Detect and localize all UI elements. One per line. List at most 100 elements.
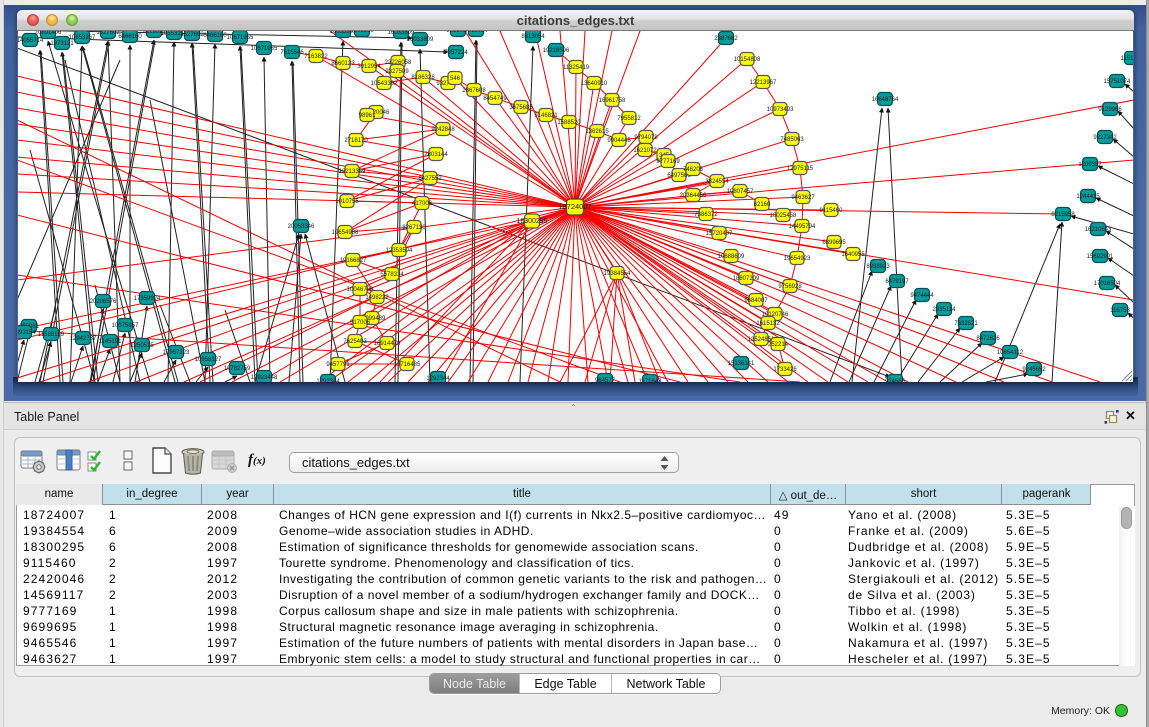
svg-text:19654923: 19654923: [784, 256, 811, 262]
svg-text:9146821: 9146821: [534, 113, 558, 119]
svg-text:14055714: 14055714: [18, 38, 44, 44]
svg-text:1498222: 1498222: [365, 295, 389, 301]
svg-text:8660123: 8660123: [331, 61, 355, 67]
svg-text:9242848: 9242848: [431, 127, 455, 133]
svg-text:3675685: 3675685: [509, 105, 533, 111]
svg-text:7955812: 7955812: [617, 116, 641, 122]
svg-text:16914479: 16914479: [374, 341, 401, 347]
svg-text:924565: 924565: [885, 379, 906, 382]
svg-text:8427552: 8427552: [418, 176, 442, 182]
svg-text:17016504: 17016504: [1094, 281, 1121, 287]
svg-text:9474444: 9474444: [910, 293, 934, 299]
svg-text:1603380: 1603380: [350, 31, 374, 34]
svg-text:12975115: 12975115: [787, 166, 814, 172]
svg-text:6899695: 6899695: [822, 240, 846, 246]
svg-text:10671955: 10671955: [227, 35, 254, 41]
svg-text:10543392: 10543392: [371, 81, 398, 87]
svg-text:1151074: 1151074: [1121, 56, 1133, 62]
svg-text:12942737: 12942737: [70, 336, 97, 342]
svg-text:1145191: 1145191: [99, 339, 123, 345]
svg-text:2803144: 2803144: [424, 152, 448, 158]
svg-text:18300295: 18300295: [516, 218, 547, 225]
svg-text:8267130: 8267130: [402, 225, 426, 231]
svg-text:15692991: 15692991: [1087, 254, 1114, 260]
svg-text:1209387: 1209387: [1078, 162, 1102, 168]
svg-text:10671955: 10671955: [251, 46, 278, 52]
svg-text:10653267: 10653267: [69, 35, 96, 41]
svg-text:8393154: 8393154: [18, 330, 36, 336]
svg-text:7163822: 7163822: [304, 54, 328, 60]
svg-text:16033809: 16033809: [407, 37, 434, 43]
svg-text:62160: 62160: [754, 202, 771, 208]
svg-text:1588520: 1588520: [557, 120, 581, 126]
svg-text:3912954: 3912954: [357, 64, 381, 70]
svg-text:17359924: 17359924: [134, 296, 161, 302]
svg-text:19654988: 19654988: [332, 230, 359, 236]
svg-text:9245652: 9245652: [1022, 367, 1046, 373]
svg-text:16210643: 16210643: [1085, 227, 1112, 233]
svg-text:7625402: 7625402: [343, 339, 367, 345]
svg-text:9684007: 9684007: [744, 298, 768, 304]
svg-text:1640955: 1640955: [841, 252, 865, 258]
svg-text:11568129: 11568129: [38, 332, 65, 338]
svg-text:2718170: 2718170: [344, 138, 368, 144]
svg-text:417006: 417006: [412, 201, 433, 207]
svg-text:12353594: 12353594: [386, 248, 413, 254]
svg-text:16648764: 16648764: [872, 97, 899, 103]
svg-text:20364456: 20364456: [680, 193, 707, 199]
svg-text:15136141: 15136141: [728, 361, 755, 367]
svg-text:19166827: 19166827: [340, 258, 367, 264]
svg-text:3824554: 3824554: [705, 179, 729, 185]
svg-text:9327509: 9327509: [385, 69, 409, 75]
svg-text:1250515: 1250515: [130, 343, 154, 349]
svg-text:6466160: 6466160: [118, 34, 142, 40]
svg-text:11325419: 11325419: [563, 65, 590, 71]
svg-text:10025458: 10025458: [770, 213, 797, 219]
svg-text:1171648: 1171648: [639, 379, 663, 382]
svg-text:8215958: 8215958: [1051, 212, 1075, 218]
svg-text:1527602: 1527602: [180, 32, 204, 38]
svg-text:1292344: 1292344: [426, 376, 450, 382]
svg-text:8454749: 8454749: [483, 96, 507, 102]
svg-text:17957223: 17957223: [163, 350, 190, 356]
svg-text:7357224: 7357224: [444, 50, 468, 56]
svg-text:1362615: 1362615: [585, 129, 609, 135]
svg-text:10688609: 10688609: [718, 254, 745, 260]
svg-text:8186328: 8186328: [411, 75, 435, 81]
svg-text:2387682: 2387682: [714, 36, 738, 42]
svg-text:10807457: 10807457: [727, 189, 754, 195]
svg-text:2867608: 2867608: [462, 88, 486, 94]
svg-text:12213369: 12213369: [339, 169, 366, 175]
svg-text:1733426: 1733426: [773, 367, 797, 373]
svg-text:98961: 98961: [359, 113, 376, 119]
svg-text:8813054: 8813054: [464, 31, 488, 34]
svg-text:746206: 746206: [683, 167, 704, 173]
svg-text:10782759: 10782759: [224, 366, 251, 372]
svg-text:7515546: 7515546: [280, 50, 304, 56]
svg-text:1244415: 1244415: [1076, 194, 1100, 200]
svg-text:1010755: 1010755: [335, 199, 359, 205]
svg-text:1292344: 1292344: [316, 379, 340, 382]
svg-text:1527602: 1527602: [96, 31, 120, 36]
svg-text:10958127: 10958127: [195, 357, 222, 363]
svg-text:7632621: 7632621: [954, 321, 978, 327]
svg-text:18724007: 18724007: [558, 202, 591, 211]
svg-text:317006: 317006: [350, 320, 371, 326]
svg-text:16033809: 16033809: [388, 31, 415, 36]
svg-text:14495794: 14495794: [789, 224, 816, 230]
svg-text:15720407: 15720407: [706, 231, 733, 237]
svg-text:20206576: 20206576: [90, 299, 117, 305]
svg-text:6479197: 6479197: [885, 279, 909, 285]
svg-text:9129966: 9129966: [1098, 107, 1122, 113]
svg-text:2935114: 2935114: [933, 307, 957, 313]
svg-text:20891406: 20891406: [35, 31, 62, 36]
svg-text:1973121: 1973121: [50, 41, 74, 47]
svg-text:16961758: 16961758: [599, 98, 626, 104]
svg-text:9904448: 9904448: [607, 138, 631, 144]
svg-text:9756928: 9756928: [778, 284, 802, 290]
svg-text:9115460: 9115460: [820, 208, 844, 214]
svg-text:20053346: 20053346: [288, 224, 315, 230]
svg-text:6466160: 6466160: [203, 33, 227, 39]
svg-text:9777169: 9777169: [656, 159, 680, 165]
svg-text:5578334: 5578334: [380, 272, 404, 278]
